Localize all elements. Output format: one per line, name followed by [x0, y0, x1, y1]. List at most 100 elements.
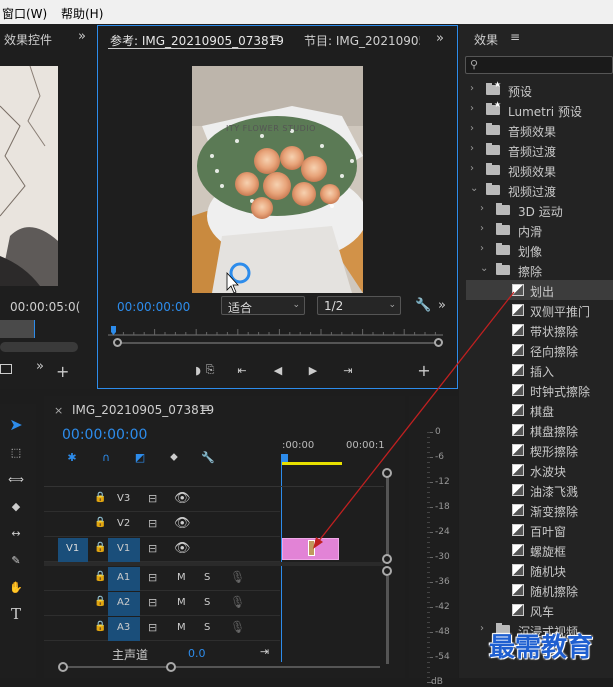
step-forward-icon[interactable]: ▶ [305, 362, 321, 378]
scroll-handle[interactable] [382, 554, 392, 564]
go-to-end-icon[interactable]: ⇥ [260, 645, 269, 658]
sync-lock-icon[interactable]: ⊟ [148, 621, 157, 634]
lock-icon[interactable]: 🔒 [94, 596, 106, 607]
track-target[interactable]: A3 [108, 617, 140, 641]
video-scrollbar[interactable] [386, 472, 389, 564]
eye-icon[interactable]: 👁 [174, 491, 191, 506]
effect-item[interactable]: 风车 [466, 600, 613, 620]
chevron-right-icon[interactable]: › [470, 123, 474, 134]
sequence-tab[interactable]: IMG_20210905_073819 [72, 403, 214, 417]
close-icon[interactable]: × [54, 404, 63, 417]
effect-controls-tab[interactable]: 效果控件 [4, 31, 52, 48]
microphone-icon[interactable]: 🎙 [230, 595, 245, 609]
zoom-handle-left[interactable] [58, 662, 68, 672]
effect-item[interactable]: 楔形擦除 [466, 440, 613, 460]
zoom-handle-left[interactable] [113, 338, 122, 347]
audio-scrollbar[interactable] [386, 576, 389, 664]
effect-folder[interactable]: › ★ 预设 [466, 80, 613, 100]
effect-folder[interactable]: › 3D 运动 [466, 200, 613, 220]
step-back-icon[interactable]: ◀ [270, 362, 286, 378]
source-patch[interactable] [58, 488, 88, 512]
slip-tool-icon[interactable]: ↔ [8, 525, 24, 541]
track-target[interactable]: A1 [108, 567, 140, 591]
master-volume-value[interactable]: 0.0 [188, 647, 206, 660]
effect-item[interactable]: 插入 [466, 360, 613, 380]
add-icon[interactable]: + [416, 361, 432, 380]
solo-button[interactable]: S [204, 597, 210, 608]
effects-panel-title[interactable]: 效果 [474, 31, 498, 48]
scroll-handle[interactable] [382, 566, 392, 576]
razor-tool-icon[interactable]: ◆ [8, 498, 24, 514]
effect-folder[interactable]: › 视频效果 [466, 160, 613, 180]
effect-folder[interactable]: › 划像 [466, 240, 613, 260]
track-target[interactable]: A2 [108, 592, 140, 616]
type-tool-icon[interactable]: T [8, 605, 24, 623]
sync-lock-icon[interactable]: ⊟ [148, 571, 157, 584]
tab-menu-icon[interactable]: ≡ [270, 31, 280, 45]
effect-item[interactable]: 时钟式擦除 [466, 380, 613, 400]
chevron-right-icon[interactable]: › [470, 83, 474, 94]
mute-button[interactable]: M [177, 597, 186, 608]
export-frame-icon[interactable] [0, 364, 12, 374]
chevron-right-icon[interactable]: › [480, 243, 484, 254]
effect-item[interactable]: 划出 [466, 280, 613, 300]
timeline-zoom-bar[interactable] [62, 666, 380, 668]
lock-icon[interactable]: 🔒 [94, 571, 106, 582]
sync-lock-icon[interactable]: ⊟ [148, 492, 157, 505]
source-patch[interactable] [58, 513, 88, 537]
effect-controls-timecode[interactable]: 00:00:05:0( [10, 300, 80, 314]
go-to-out-icon[interactable]: ⇥ [340, 362, 356, 378]
playhead-handle[interactable] [281, 454, 288, 462]
resolution-select[interactable]: 1/2 ⌄ [317, 296, 401, 315]
scroll-handle[interactable] [382, 468, 392, 478]
source-ruler[interactable] [108, 326, 443, 336]
chevron-right-icon[interactable]: › [480, 223, 484, 234]
lock-icon[interactable]: 🔒 [94, 517, 106, 528]
add-icon[interactable]: + [56, 362, 69, 381]
tab-source[interactable]: 参考: IMG_20210905_073819 [110, 32, 284, 49]
lock-icon[interactable]: 🔒 [94, 542, 106, 553]
effect-folder[interactable]: › 音频效果 [466, 120, 613, 140]
more-chevron-icon[interactable]: » [36, 359, 44, 374]
track-target[interactable]: V1 [108, 538, 140, 562]
track-target[interactable]: V3 [108, 488, 140, 512]
linked-selection-icon[interactable]: ◩ [132, 449, 148, 465]
zoom-handle-right[interactable] [434, 338, 443, 347]
sync-lock-icon[interactable]: ⊟ [148, 517, 157, 530]
effect-folder[interactable]: ⌄ 视频过渡 [466, 180, 613, 200]
tab-program[interactable]: 节目: IMG_20210905_ [304, 32, 420, 49]
effect-item[interactable]: 油漆飞溅 [466, 480, 613, 500]
chevron-right-icon[interactable]: › [470, 103, 474, 114]
wrench-icon[interactable]: 🔧 [415, 298, 431, 313]
solo-button[interactable]: S [204, 572, 210, 583]
chevron-right-icon[interactable]: › [480, 203, 484, 214]
source-timecode[interactable]: 00:00:00:00 [117, 300, 190, 314]
menu-window[interactable]: 窗口(W) [2, 5, 47, 22]
chevron-down-icon[interactable]: ⌄ [480, 263, 488, 274]
selection-tool-icon[interactable]: ➤ [8, 415, 24, 434]
effect-item[interactable]: 随机擦除 [466, 580, 613, 600]
effect-item[interactable]: 带状擦除 [466, 320, 613, 340]
effect-item[interactable]: 径向擦除 [466, 340, 613, 360]
snap-icon[interactable]: ✱ [64, 449, 80, 465]
panel-menu-icon[interactable]: ≡ [510, 30, 520, 44]
pen-tool-icon[interactable]: ✎ [8, 552, 24, 568]
fit-select[interactable]: 适合 ⌄ [221, 296, 305, 315]
add-marker-icon[interactable]: ⬥ [166, 449, 182, 465]
expand-chevron-icon[interactable]: » [78, 29, 86, 44]
zoom-handle-right[interactable] [166, 662, 176, 672]
effect-item[interactable]: 双侧平推门 [466, 300, 613, 320]
effect-item[interactable]: 螺旋框 [466, 540, 613, 560]
sync-lock-icon[interactable]: ⊟ [148, 542, 157, 555]
eye-icon[interactable]: 👁 [174, 516, 191, 531]
source-patch[interactable]: V1 [58, 538, 88, 562]
eye-icon[interactable]: 👁 [174, 541, 191, 556]
effect-folder[interactable]: › ★ Lumetri 预设 [466, 100, 613, 120]
source-zoom-bar[interactable] [118, 342, 440, 344]
effect-item[interactable]: 随机块 [466, 560, 613, 580]
microphone-icon[interactable]: 🎙 [230, 570, 245, 584]
microphone-icon[interactable]: 🎙 [230, 620, 245, 634]
magnet-icon[interactable]: ∩ [98, 449, 114, 465]
effect-item[interactable]: 棋盘 [466, 400, 613, 420]
effect-folder[interactable]: › 音频过渡 [466, 140, 613, 160]
